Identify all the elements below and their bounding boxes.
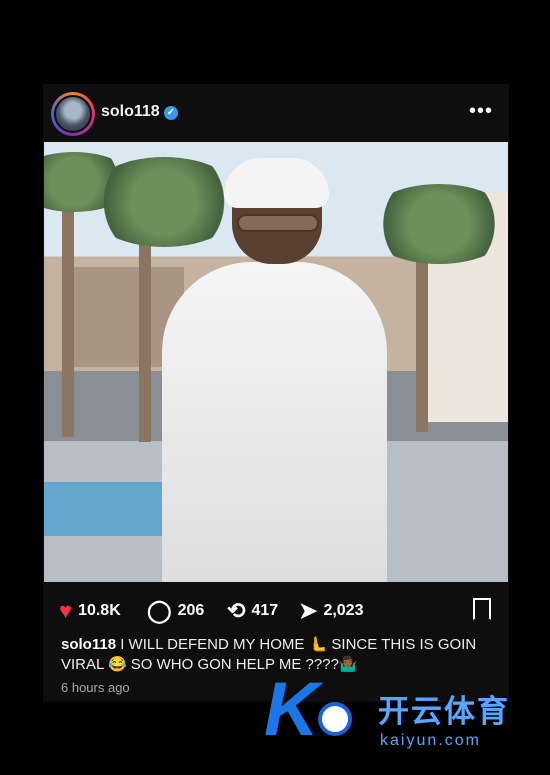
- repost-count: 417: [251, 602, 279, 619]
- share-icon[interactable]: ➤: [299, 600, 317, 622]
- instagram-post-card: solo118 ✓ ••• ♥ 10.8K ◯ 206 ⟲ 417 ➤ 2,02…: [43, 84, 509, 702]
- verified-badge-icon: ✓: [164, 106, 178, 120]
- white-cap: [224, 158, 329, 208]
- avatar-image: [54, 95, 92, 133]
- soccer-ball-icon: [318, 702, 352, 736]
- share-count: 2,023: [323, 602, 364, 619]
- sunglasses: [237, 214, 319, 232]
- watermark-english: kaiyun.com: [380, 732, 481, 749]
- like-count: 10.8K: [78, 602, 121, 619]
- more-options-icon[interactable]: •••: [469, 100, 493, 123]
- comment-icon[interactable]: ◯: [147, 600, 172, 622]
- post-photo[interactable]: [44, 142, 508, 582]
- profile-avatar[interactable]: [51, 92, 95, 136]
- username[interactable]: solo118: [101, 103, 160, 121]
- repost-icon[interactable]: ⟲: [227, 600, 245, 622]
- palm-leaves-right: [364, 184, 508, 264]
- post-actions: ♥ 10.8K ◯ 206 ⟲ 417 ➤ 2,023: [43, 594, 509, 628]
- kaiyun-watermark: K 开云体育 kaiyun.com: [260, 668, 550, 768]
- repost-action[interactable]: ⟲ 417: [227, 594, 278, 628]
- man-in-white-shirt: [162, 262, 387, 582]
- comment-action[interactable]: ◯ 206: [147, 594, 204, 628]
- caption-username[interactable]: solo118: [61, 636, 116, 653]
- like-action[interactable]: ♥ 10.8K: [59, 594, 121, 628]
- palm-leaves-center: [84, 157, 244, 247]
- comment-count: 206: [177, 602, 205, 619]
- bookmark-icon[interactable]: [473, 598, 491, 620]
- heart-icon[interactable]: ♥: [59, 600, 72, 622]
- post-time: 6 hours ago: [61, 680, 130, 695]
- post-header: solo118 ✓ •••: [43, 84, 509, 142]
- palm-tree-left: [62, 177, 74, 437]
- watermark-k-logo: K: [264, 667, 319, 752]
- watermark-chinese: 开云体育: [378, 694, 510, 729]
- share-action[interactable]: ➤ 2,023: [299, 594, 363, 628]
